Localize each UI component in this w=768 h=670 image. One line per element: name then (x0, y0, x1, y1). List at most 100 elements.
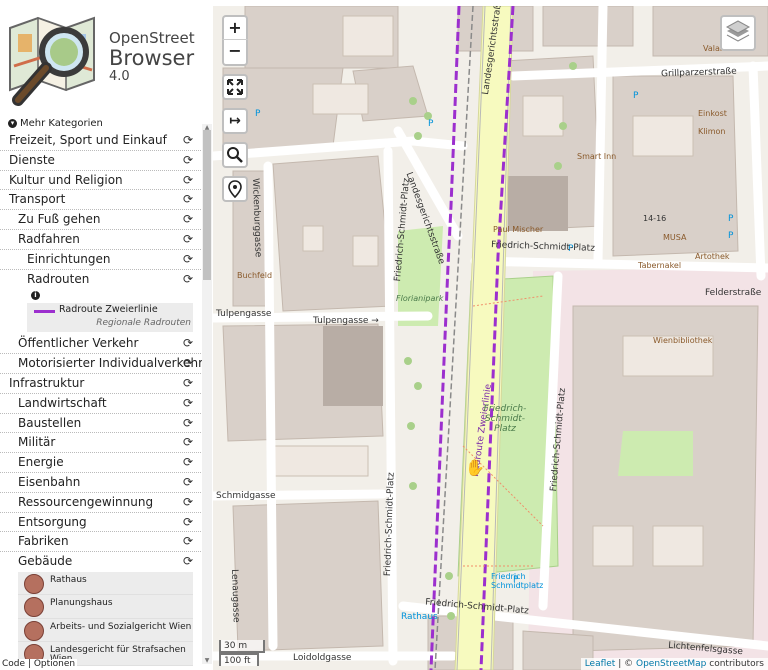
category-transport[interactable]: Transport ⟳ (0, 190, 201, 211)
hand-cursor-icon: ✋ (465, 458, 485, 477)
house-number: 14-16 (643, 214, 667, 223)
more-categories-toggle[interactable]: ▾ Mehr Kategorien (8, 118, 103, 129)
category-fabriken[interactable]: Fabriken ⟳ (0, 532, 201, 553)
zoom-in-button[interactable]: + (222, 15, 248, 40)
reload-icon[interactable]: ⟳ (183, 453, 193, 472)
reload-icon[interactable]: ⟳ (183, 250, 193, 269)
reload-icon[interactable]: ⟳ (183, 532, 193, 551)
location-pin-icon (228, 180, 242, 199)
sidebar: OpenStreet Browser 4.0 ▾ Mehr Kategorien… (0, 0, 213, 670)
poi-item[interactable]: Rathaus (18, 571, 193, 596)
poi-label: Smart Inn (577, 152, 617, 161)
svg-text:P: P (428, 119, 434, 129)
options-link[interactable]: Optionen (34, 659, 75, 669)
navigate-button[interactable]: ↦ (222, 108, 248, 134)
category-landwirtschaft[interactable]: Landwirtschaft ⟳ (0, 394, 201, 414)
reload-icon[interactable]: ⟳ (183, 151, 193, 170)
svg-text:P: P (728, 231, 734, 241)
category-label: Entsorgung (18, 514, 87, 529)
sidebar-footer: Code | Optionen (2, 659, 78, 669)
legend-name: Radroute Zweierlinie (59, 304, 158, 316)
layers-button[interactable] (720, 15, 756, 51)
street-label: Tulpengasse (216, 309, 272, 319)
svg-text:P: P (633, 91, 639, 101)
category-freizeit[interactable]: Freizeit, Sport und Einkauf ⟳ (0, 131, 201, 151)
fullscreen-button[interactable] (222, 74, 248, 100)
category-label: Dienste (9, 152, 55, 167)
reload-icon[interactable]: ⟳ (183, 493, 193, 512)
poi-item[interactable]: Arbeits- und Sozialgericht Wien (18, 618, 193, 643)
category-baustellen[interactable]: Baustellen ⟳ (0, 414, 201, 434)
poi-label: Tabernakel (638, 261, 682, 270)
reload-icon[interactable]: ⟳ (183, 552, 193, 571)
reload-icon[interactable]: ⟳ (183, 190, 193, 209)
leaflet-link[interactable]: Leaflet (585, 659, 616, 669)
poi-item[interactable]: Planungshaus (18, 595, 193, 619)
scroll-down-icon[interactable]: ▼ (203, 657, 211, 664)
street-label: Loidoldgasse (293, 653, 352, 663)
park-label: Florianipark (396, 294, 444, 303)
category-entsorgung[interactable]: Entsorgung ⟳ (0, 513, 201, 533)
category-zu-fuss[interactable]: Zu Fuß gehen ⟳ (0, 210, 201, 230)
map-view[interactable]: PPPP PPP Landesgerichtsstraße Landesgeri… (213, 6, 768, 670)
category-label: Militär (18, 435, 56, 450)
category-militaer[interactable]: Militär ⟳ (0, 433, 201, 454)
category-label: Kultur und Religion (9, 172, 123, 187)
category-motorisiert[interactable]: Motorisierter Individualverkehr ⟳ (0, 354, 204, 374)
poi-label: Paul Mischer (493, 225, 544, 234)
info-icon[interactable]: i (31, 291, 40, 301)
app-name-line1: OpenStreet (109, 29, 195, 47)
reload-icon[interactable]: ⟳ (183, 374, 193, 393)
category-gebaeude[interactable]: Gebäude ⟳ (0, 552, 201, 572)
category-kultur[interactable]: Kultur und Religion ⟳ (0, 171, 201, 191)
scale-bar: 30 m 100 ft (219, 640, 265, 666)
zoom-out-button[interactable]: − (222, 40, 248, 66)
poi-label: Artothek (695, 252, 730, 261)
category-einrichtungen[interactable]: Einrichtungen ⟳ (0, 250, 201, 270)
osm-link[interactable]: OpenStreetMap (636, 659, 706, 669)
reload-icon[interactable]: ⟳ (183, 131, 193, 150)
reload-icon[interactable]: ⟳ (183, 513, 193, 532)
category-infrastruktur[interactable]: Infrastruktur ⟳ (0, 374, 201, 394)
locate-button[interactable] (222, 176, 248, 202)
category-label: Transport (9, 192, 66, 207)
poi-label: Rathaus (401, 612, 438, 622)
scrollbar-thumb[interactable] (203, 130, 211, 280)
sidebar-scrollbar[interactable]: ▲ ▼ (202, 124, 212, 664)
category-oeffentlicher-verkehr[interactable]: Öffentlicher Verkehr ⟳ (0, 334, 201, 355)
category-label: Fabriken (18, 534, 69, 549)
app-name-line2: Browser (109, 46, 195, 70)
reload-icon[interactable]: ⟳ (183, 414, 193, 433)
reload-icon[interactable]: ⟳ (183, 270, 193, 289)
category-label: Motorisierter Individualverkehr (18, 356, 204, 371)
scale-imperial: 100 ft (219, 653, 259, 666)
reload-icon[interactable]: ⟳ (183, 473, 193, 492)
scale-metric: 30 m (219, 640, 265, 653)
app-name: OpenStreet Browser 4.0 (109, 30, 195, 85)
reload-icon[interactable]: ⟳ (183, 433, 193, 452)
category-label: Zu Fuß gehen (18, 212, 101, 227)
category-ressourcen[interactable]: Ressourcengewinnung ⟳ (0, 493, 201, 513)
poi-name: Arbeits- und Sozialgericht Wien (50, 621, 192, 632)
category-dienste[interactable]: Dienste ⟳ (0, 151, 201, 171)
search-button[interactable] (222, 142, 248, 168)
reload-icon[interactable]: ⟳ (183, 171, 193, 190)
chevron-down-icon: ▾ (8, 119, 17, 128)
category-radfahren[interactable]: Radfahren ⟳ (0, 230, 201, 250)
reload-icon[interactable]: ⟳ (183, 394, 193, 413)
legend-entry[interactable]: Radroute Zweierlinie Regionale Radrouten (27, 303, 193, 333)
reload-icon[interactable]: ⟳ (183, 230, 193, 249)
street-label: Felderstraße (705, 288, 762, 298)
poi-label: Einkost (698, 109, 727, 118)
reload-icon[interactable]: ⟳ (183, 334, 193, 353)
category-label: Baustellen (18, 415, 82, 430)
code-link[interactable]: Code (2, 659, 25, 669)
reload-icon[interactable]: ⟳ (183, 210, 193, 229)
attribution-tail: contributors (709, 659, 764, 669)
category-radrouten[interactable]: Radrouten ⟳ (0, 270, 201, 290)
category-energie[interactable]: Energie ⟳ (0, 453, 201, 473)
app-logo[interactable] (6, 14, 102, 110)
reload-icon[interactable]: ⟳ (183, 354, 193, 373)
category-eisenbahn[interactable]: Eisenbahn ⟳ (0, 473, 201, 493)
search-icon (227, 147, 243, 163)
